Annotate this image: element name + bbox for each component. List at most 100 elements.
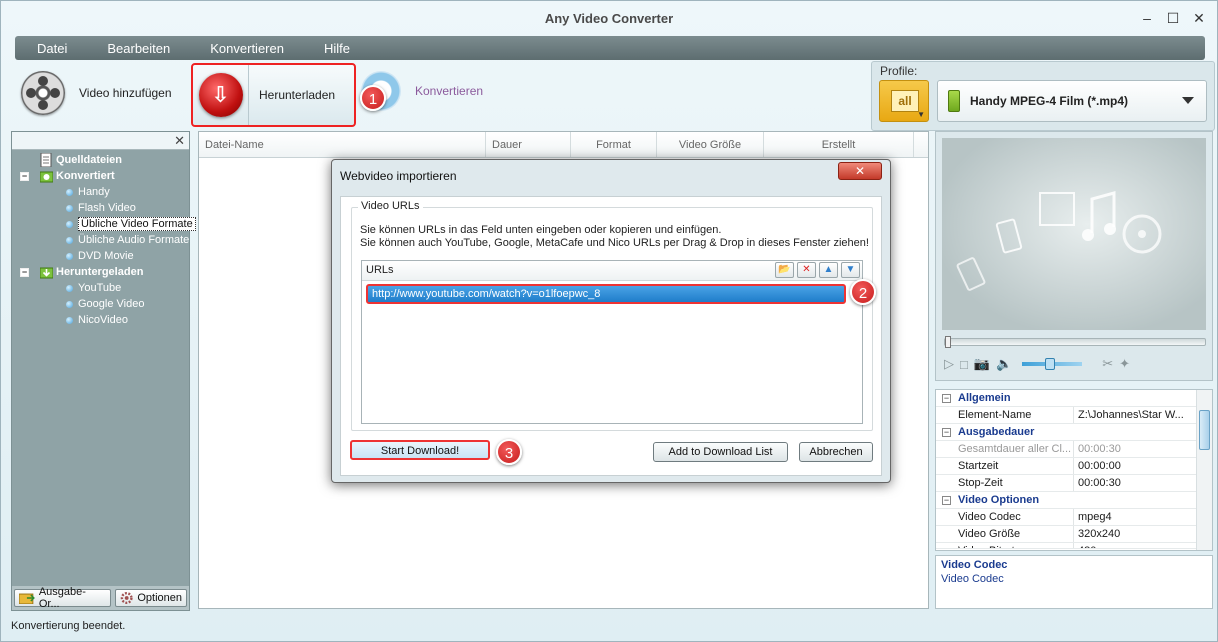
move-down-icon[interactable]: ▼ bbox=[841, 262, 860, 278]
dialog-body: Video URLs Sie können URLs in das Feld u… bbox=[340, 196, 882, 476]
prop-startzeit[interactable]: Startzeit 00:00:00 bbox=[936, 458, 1212, 475]
menu-hilfe[interactable]: Hilfe bbox=[324, 41, 370, 56]
download-arrow-icon: ⇩ bbox=[198, 73, 243, 117]
volume-icon[interactable]: 🔈 bbox=[996, 356, 1012, 372]
add-to-download-list-button[interactable]: Add to Download List bbox=[653, 442, 788, 462]
film-reel-icon bbox=[21, 71, 65, 115]
document-icon bbox=[40, 153, 52, 167]
menu-konvertieren[interactable]: Konvertieren bbox=[210, 41, 304, 56]
properties-scrollbar[interactable] bbox=[1196, 390, 1212, 550]
menu-bearbeiten[interactable]: Bearbeiten bbox=[107, 41, 190, 56]
maximize-icon[interactable]: ☐ bbox=[1165, 11, 1181, 27]
media-glyphs-icon bbox=[956, 191, 1162, 291]
description-title: Video Codec bbox=[941, 559, 1008, 571]
dialog-close-icon[interactable]: ✕ bbox=[838, 162, 882, 180]
title-bar: Any Video Converter – ☐ ✕ bbox=[1, 1, 1217, 35]
volume-handle[interactable] bbox=[1044, 358, 1055, 370]
annotation-badge-1: 1 bbox=[360, 85, 386, 111]
phone-icon bbox=[948, 90, 960, 112]
video-urls-group: Video URLs Sie können URLs in das Feld u… bbox=[351, 200, 873, 431]
category-tree: Quelldateien − Konvertiert Handy Flash V… bbox=[12, 150, 196, 328]
effects-icon[interactable]: ✦ bbox=[1119, 356, 1130, 372]
main-toolbar: Video hinzufügen ⇩ Herunterladen Konvert… bbox=[11, 63, 871, 133]
url-toolbar: 📂 ✕ ▲ ▼ bbox=[775, 262, 860, 278]
prop-stopzeit[interactable]: Stop-Zeit 00:00:30 bbox=[936, 475, 1212, 492]
properties-panel: − Allgemein Element-Name Z:\Johannes\Star … bbox=[935, 389, 1213, 551]
open-folder-icon[interactable]: 📂 bbox=[775, 262, 794, 278]
cancel-button[interactable]: Abbrechen bbox=[799, 442, 873, 462]
folder-icon bbox=[19, 593, 35, 604]
col-format[interactable]: Format bbox=[571, 132, 657, 157]
col-video-groesse[interactable]: Video Größe bbox=[657, 132, 764, 157]
tree-heruntergeladen[interactable]: − Heruntergeladen bbox=[18, 264, 189, 280]
prop-video-bitrate[interactable]: Video Bitrate480 bbox=[936, 543, 1212, 549]
prop-gesamtdauer: Gesamtdauer aller Cl... 00:00:30 bbox=[936, 441, 1212, 458]
stop-icon[interactable]: □ bbox=[960, 357, 968, 372]
download-button[interactable]: ⇩ Herunterladen bbox=[191, 63, 356, 127]
scrollbar-thumb[interactable] bbox=[1199, 410, 1210, 450]
tree-konvertiert[interactable]: − Konvertiert bbox=[18, 168, 189, 184]
snapshot-icon[interactable]: 📷 bbox=[974, 356, 990, 372]
add-video-button[interactable]: Video hinzufügen bbox=[21, 71, 172, 115]
player-controls: ▷ □ 📷 🔈 ✂ ✦ bbox=[944, 352, 1206, 376]
tree-flash-video[interactable]: Flash Video bbox=[18, 200, 189, 216]
close-icon[interactable]: ✕ bbox=[1191, 11, 1207, 27]
preview-panel: ▷ □ 📷 🔈 ✂ ✦ bbox=[935, 131, 1213, 381]
delete-icon[interactable]: ✕ bbox=[797, 262, 816, 278]
prop-video-codec[interactable]: Video Codecmpeg4▼ bbox=[936, 509, 1212, 526]
profile-value: Handy MPEG-4 Film (*.mp4) bbox=[970, 94, 1129, 108]
tree-handy[interactable]: Handy bbox=[18, 184, 189, 200]
gear-icon bbox=[120, 592, 133, 604]
add-video-label: Video hinzufügen bbox=[79, 86, 172, 100]
convert-label: Konvertieren bbox=[415, 84, 484, 98]
dialog-instructions: Sie können URLs in das Feld unten eingeb… bbox=[360, 224, 869, 249]
options-button[interactable]: Optionen bbox=[115, 589, 187, 607]
seek-slider[interactable] bbox=[944, 336, 1206, 348]
url-list-item[interactable]: http://www.youtube.com/watch?v=o1lfoepwc… bbox=[366, 284, 846, 304]
profile-label: Profile: bbox=[880, 64, 918, 78]
cut-icon[interactable]: ✂ bbox=[1102, 356, 1113, 372]
tree-dvd-movie[interactable]: DVD Movie bbox=[18, 248, 189, 264]
dialog-title: Webvideo importieren bbox=[340, 169, 457, 183]
download-label: Herunterladen bbox=[259, 88, 336, 102]
volume-slider[interactable] bbox=[1022, 358, 1083, 370]
start-download-button[interactable]: Start Download! bbox=[350, 440, 490, 460]
file-list-header: Datei-Name Dauer Format Video Größe Erst… bbox=[199, 132, 928, 158]
tree-uebliche-video-formate[interactable]: Übliche Video Formate bbox=[18, 216, 196, 232]
tree-nicovideo[interactable]: NicoVideo bbox=[18, 312, 189, 328]
col-erstellt[interactable]: Erstellt bbox=[764, 132, 914, 157]
collapse-icon[interactable]: − bbox=[942, 428, 951, 437]
menu-bar: Datei Bearbeiten Konvertieren Hilfe bbox=[15, 36, 1205, 60]
collapse-icon[interactable]: − bbox=[942, 394, 951, 403]
panel-close-icon[interactable]: ✕ bbox=[174, 133, 185, 149]
tree-uebliche-audio-formate[interactable]: Übliche Audio Formate bbox=[18, 232, 189, 248]
tree-youtube[interactable]: YouTube bbox=[18, 280, 189, 296]
group-ausgabedauer[interactable]: − Ausgabedauer bbox=[936, 424, 1212, 441]
url-list[interactable]: URLs 📂 ✕ ▲ ▼ http://www.youtube.com/watc… bbox=[361, 260, 863, 424]
tree-quelldateien[interactable]: Quelldateien bbox=[18, 152, 189, 168]
seek-handle[interactable] bbox=[945, 336, 951, 348]
prop-element-name[interactable]: Element-Name Z:\Johannes\Star W... bbox=[936, 407, 1212, 424]
profile-panel: Profile: all ▼ Handy MPEG-4 Film (*.mp4) bbox=[871, 61, 1215, 131]
downloaded-folder-icon bbox=[40, 267, 53, 279]
prop-video-groesse[interactable]: Video Größe 320x240 bbox=[936, 526, 1212, 543]
menu-datei[interactable]: Datei bbox=[37, 41, 87, 56]
collapse-icon[interactable]: − bbox=[20, 172, 29, 181]
group-video-optionen[interactable]: − Video Optionen bbox=[936, 492, 1212, 509]
profile-select[interactable]: Handy MPEG-4 Film (*.mp4) bbox=[937, 80, 1207, 122]
video-urls-legend: Video URLs bbox=[358, 200, 423, 212]
annotation-badge-2: 2 bbox=[850, 279, 876, 305]
collapse-icon[interactable]: − bbox=[942, 496, 951, 505]
col-dauer[interactable]: Dauer bbox=[486, 132, 571, 157]
collapse-icon[interactable]: − bbox=[20, 268, 29, 277]
minimize-icon[interactable]: – bbox=[1139, 11, 1155, 27]
play-icon[interactable]: ▷ bbox=[944, 356, 954, 372]
group-allgemein[interactable]: − Allgemein bbox=[936, 390, 1212, 407]
output-folder-button[interactable]: Ausgabe-Or... bbox=[14, 586, 111, 610]
tree-google-video[interactable]: Google Video bbox=[18, 296, 189, 312]
move-up-icon[interactable]: ▲ bbox=[819, 262, 838, 278]
col-datei-name[interactable]: Datei-Name bbox=[199, 132, 486, 157]
property-description: Video Codec Video Codec bbox=[935, 555, 1213, 609]
profile-all-button[interactable]: all ▼ bbox=[879, 80, 929, 122]
video-preview bbox=[942, 138, 1206, 330]
